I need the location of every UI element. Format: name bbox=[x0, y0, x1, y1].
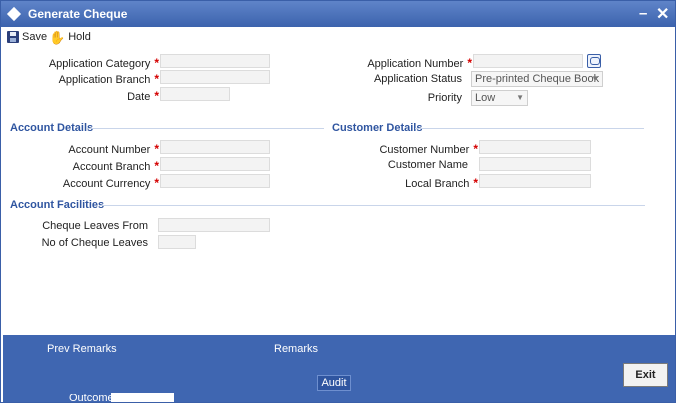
save-icon bbox=[7, 31, 19, 43]
account-number-label: Account Number * bbox=[68, 142, 159, 156]
customer-number-label: Customer Number * bbox=[379, 142, 478, 156]
application-number-label: Application Number * bbox=[367, 56, 472, 70]
account-details-title: Account Details bbox=[10, 122, 94, 134]
footer-bar: Prev Remarks Remarks Audit Outcome bbox=[3, 335, 675, 402]
lookup-icon[interactable] bbox=[587, 54, 601, 68]
generate-cheque-window: Generate Cheque – ✕ Save ✋ Hold Applicat… bbox=[0, 0, 676, 403]
account-branch-label: Account Branch * bbox=[72, 159, 159, 173]
application-number-field[interactable] bbox=[473, 54, 583, 68]
remarks-link[interactable]: Remarks bbox=[274, 343, 318, 355]
priority-value: Low bbox=[475, 92, 496, 104]
customer-details-title: Customer Details bbox=[332, 122, 423, 134]
application-category-field[interactable] bbox=[160, 54, 270, 68]
cheque-leaves-from-label: Cheque Leaves From bbox=[42, 220, 148, 232]
no-of-cheque-leaves-label: No of Cheque Leaves bbox=[41, 237, 148, 249]
application-category-label: Application Category * bbox=[48, 56, 159, 70]
account-currency-field[interactable] bbox=[160, 174, 270, 188]
outcome-label: Outcome bbox=[69, 394, 114, 402]
local-branch-field[interactable] bbox=[479, 174, 591, 188]
account-facilities-title: Account Facilities bbox=[10, 199, 105, 211]
customer-number-field[interactable] bbox=[479, 140, 591, 154]
application-status-select[interactable]: Pre-printed Cheque Book ▼ bbox=[471, 71, 603, 87]
customer-name-label: Customer Name bbox=[387, 159, 468, 171]
customer-details-divider bbox=[415, 128, 644, 129]
local-branch-label: Local Branch * bbox=[405, 176, 478, 190]
close-button[interactable]: ✕ bbox=[656, 4, 669, 24]
outcome-field[interactable] bbox=[111, 393, 174, 402]
prev-remarks-link[interactable]: Prev Remarks bbox=[47, 343, 117, 355]
priority-label: Priority bbox=[427, 92, 462, 104]
application-status-label: Application Status bbox=[373, 73, 462, 85]
window-title: Generate Cheque bbox=[28, 7, 128, 21]
application-status-value: Pre-printed Cheque Book bbox=[475, 73, 600, 85]
no-of-cheque-leaves-field[interactable] bbox=[158, 235, 196, 249]
chevron-down-icon: ▼ bbox=[516, 93, 524, 102]
toolbar: Save ✋ Hold bbox=[1, 27, 675, 47]
application-branch-label: Application Branch * bbox=[58, 72, 159, 86]
save-label: Save bbox=[22, 31, 48, 43]
title-bar: Generate Cheque – ✕ bbox=[1, 1, 675, 27]
account-branch-field[interactable] bbox=[160, 157, 270, 171]
minimize-button[interactable]: – bbox=[639, 5, 647, 22]
save-button[interactable]: Save bbox=[7, 29, 47, 45]
customer-name-field[interactable] bbox=[479, 157, 591, 171]
chevron-down-icon: ▼ bbox=[591, 74, 599, 83]
account-number-field[interactable] bbox=[160, 140, 270, 154]
hold-button[interactable]: ✋ Hold bbox=[49, 29, 91, 45]
cheque-leaves-from-field[interactable] bbox=[158, 218, 270, 232]
application-branch-field[interactable] bbox=[160, 70, 270, 84]
diamond-icon bbox=[6, 6, 22, 22]
hold-label: Hold bbox=[68, 31, 91, 43]
date-field[interactable] bbox=[160, 87, 230, 101]
hold-icon: ✋ bbox=[49, 29, 66, 45]
account-facilities-divider bbox=[99, 205, 645, 206]
priority-select[interactable]: Low ▼ bbox=[471, 90, 528, 106]
audit-button[interactable]: Audit bbox=[317, 375, 351, 391]
account-details-divider bbox=[87, 128, 324, 129]
date-label: Date * bbox=[127, 89, 159, 103]
account-currency-label: Account Currency * bbox=[62, 176, 159, 190]
exit-button[interactable]: Exit bbox=[623, 363, 668, 387]
